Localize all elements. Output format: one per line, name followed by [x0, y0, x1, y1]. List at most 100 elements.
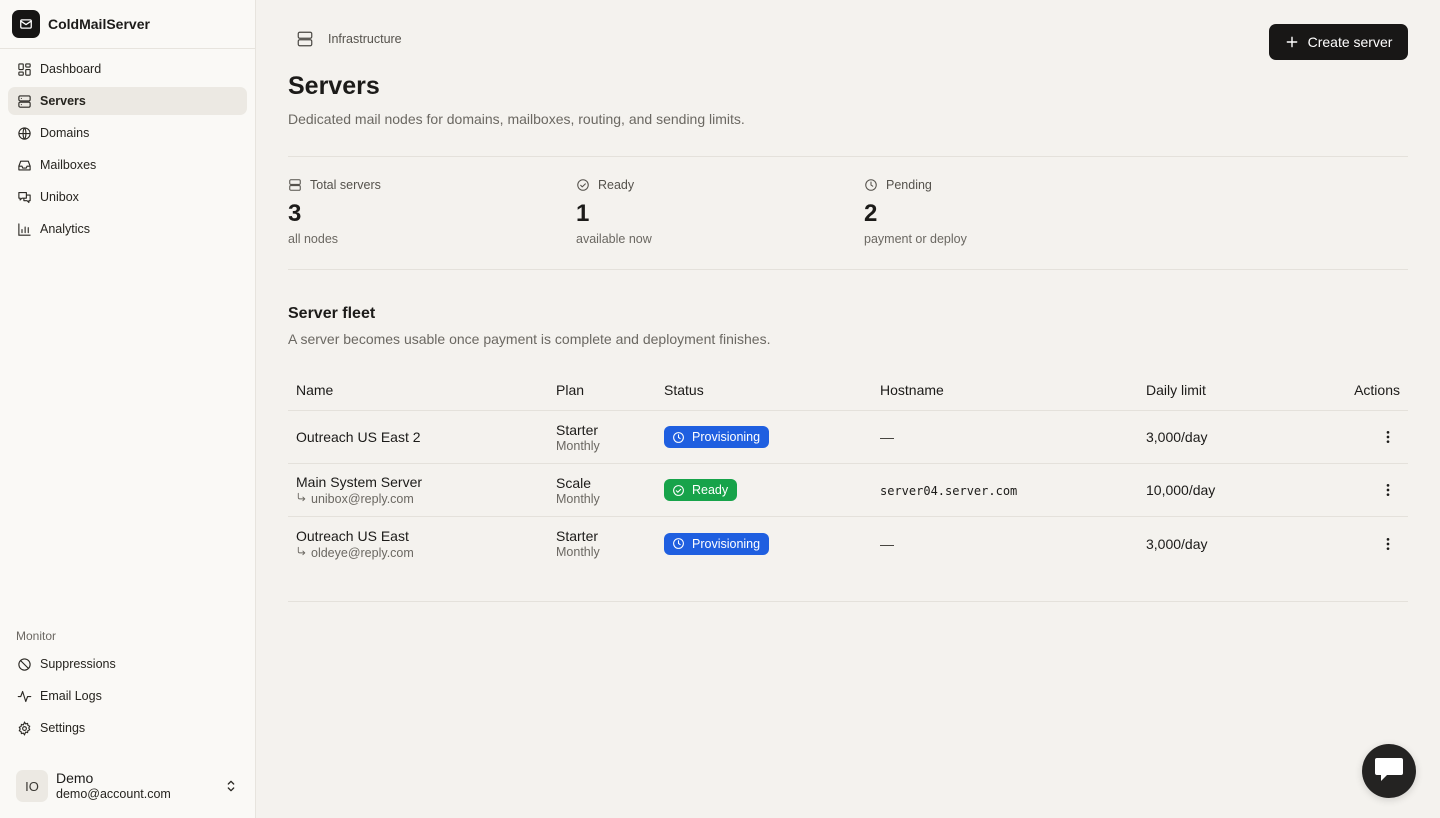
gear-icon — [16, 720, 32, 736]
reply-address: unibox@reply.com — [296, 492, 548, 506]
more-vertical-icon — [1386, 484, 1390, 496]
table-row[interactable]: Outreach US East 2 Starter Monthly Provi… — [288, 411, 1408, 464]
sidebar-item-suppressions[interactable]: Suppressions — [8, 650, 247, 678]
sidebar-item-label: Suppressions — [40, 657, 116, 671]
column-header-daily-limit: Daily limit — [1146, 381, 1206, 398]
stat-value: 2 — [864, 200, 878, 227]
sidebar-item-email-logs[interactable]: Email Logs — [8, 682, 247, 710]
sidebar-item-label: Mailboxes — [40, 158, 97, 172]
sidebar-item-unibox[interactable]: Unibox — [8, 183, 247, 211]
create-server-label: Create server — [1307, 34, 1393, 50]
section-subtitle: A server becomes usable once payment is … — [288, 331, 771, 347]
table-row[interactable]: Outreach US East oldeye@reply.com Starte… — [288, 517, 1408, 570]
more-vertical-icon — [1386, 431, 1390, 443]
plan-billing: Monthly — [556, 545, 600, 559]
clock-icon — [864, 178, 878, 192]
server-name: Outreach US East — [296, 527, 409, 544]
server-icon — [296, 30, 314, 48]
sidebar-item-analytics[interactable]: Analytics — [8, 215, 247, 243]
hostname: — — [880, 535, 894, 552]
status-label: Provisioning — [692, 536, 761, 551]
check-circle-icon — [576, 178, 590, 192]
sidebar-item-label: Servers — [40, 94, 86, 108]
server-icon — [288, 178, 302, 192]
sidebar-item-servers[interactable]: Servers — [8, 87, 247, 115]
page-subtitle: Dedicated mail nodes for domains, mailbo… — [288, 111, 745, 127]
plus-icon — [1285, 35, 1299, 49]
sidebar-item-label: Unibox — [40, 190, 79, 204]
sidebar-item-settings[interactable]: Settings — [8, 714, 247, 742]
sidebar-item-label: Settings — [40, 721, 86, 735]
support-chat-button[interactable] — [1362, 744, 1416, 798]
column-header-hostname: Hostname — [880, 381, 944, 398]
clock-icon — [672, 537, 685, 550]
chat-bubble-icon — [1373, 756, 1405, 787]
stat-caption: available now — [576, 232, 652, 246]
check-circle-icon — [672, 484, 685, 497]
stat-label: Pending — [886, 178, 932, 192]
status-badge: Provisioning — [664, 426, 770, 448]
sidebar-item-mailboxes[interactable]: Mailboxes — [8, 151, 247, 179]
daily-limit: 10,000/day — [1146, 482, 1216, 498]
stat-total-servers: Total servers 3 all nodes — [288, 176, 568, 246]
globe-icon — [16, 125, 32, 141]
breadcrumb: Infrastructure — [296, 30, 402, 48]
sidebar-item-domains[interactable]: Domains — [8, 119, 247, 147]
corner-arrow-icon — [296, 492, 307, 506]
sidebar: ColdMailServer Dashboard Servers Domains… — [0, 0, 256, 818]
plan-name: Starter — [556, 528, 599, 544]
dashboard-icon — [16, 61, 32, 77]
reply-email: unibox@reply.com — [311, 492, 414, 506]
chat-icon — [16, 189, 32, 205]
column-header-actions: Actions — [1354, 381, 1400, 398]
divider — [288, 269, 1408, 270]
column-header-name: Name — [296, 381, 334, 398]
main-nav: Dashboard Servers Domains Mailboxes Unib… — [0, 49, 255, 243]
column-header-plan: Plan — [556, 381, 585, 398]
stat-label: Ready — [598, 178, 635, 192]
status-badge: Provisioning — [664, 532, 770, 555]
server-name: Main System Server — [296, 474, 423, 490]
status-badge: Ready — [664, 479, 738, 501]
sidebar-item-label: Domains — [40, 126, 90, 140]
stat-caption: all nodes — [288, 232, 339, 246]
sidebar-item-dashboard[interactable]: Dashboard — [8, 55, 247, 83]
stat-pending: Pending 2 payment or deploy — [864, 176, 1144, 246]
chart-icon — [16, 221, 32, 237]
sidebar-item-label: Dashboard — [40, 62, 102, 76]
server-icon — [16, 93, 32, 109]
daily-limit: 3,000/day — [1146, 429, 1208, 445]
divider — [288, 156, 1408, 157]
plan-billing: Monthly — [556, 438, 600, 453]
main-content: Infrastructure Create server Servers Ded… — [256, 0, 1440, 818]
user-email: demo@account.com — [56, 787, 171, 801]
user-name: Demo — [56, 770, 94, 786]
monitor-section: Monitor Suppressions Email Logs Settings — [8, 626, 247, 746]
table-header: Name Plan Status Hostname Daily limit Ac… — [288, 369, 1408, 411]
monitor-label: Monitor — [16, 629, 57, 643]
inbox-icon — [16, 157, 32, 173]
user-info: Demo demo@account.com — [56, 770, 223, 802]
sidebar-item-label: Email Logs — [40, 689, 102, 703]
row-actions-button[interactable] — [1376, 478, 1400, 502]
row-actions-button[interactable] — [1376, 425, 1400, 449]
account-switcher[interactable]: IO Demo demo@account.com — [8, 764, 247, 808]
sidebar-item-label: Analytics — [40, 222, 91, 236]
brand[interactable]: ColdMailServer — [0, 0, 255, 49]
brand-name: ColdMailServer — [48, 16, 150, 32]
reply-email: oldeye@reply.com — [311, 545, 414, 560]
stat-caption: payment or deploy — [864, 232, 967, 246]
activity-icon — [16, 688, 32, 704]
table-row[interactable]: Main System Server unibox@reply.com Scal… — [288, 464, 1408, 517]
chevrons-up-down-icon — [223, 778, 239, 794]
row-actions-button[interactable] — [1376, 532, 1400, 556]
more-vertical-icon — [1386, 537, 1390, 550]
server-table: Name Plan Status Hostname Daily limit Ac… — [288, 369, 1408, 570]
reply-address: oldeye@reply.com — [296, 546, 548, 560]
breadcrumb-item[interactable]: Infrastructure — [328, 32, 402, 46]
create-server-button[interactable]: Create server — [1269, 24, 1408, 60]
section-title: Server fleet — [288, 305, 376, 322]
stat-ready: Ready 1 available now — [576, 176, 856, 246]
plan-billing: Monthly — [556, 491, 600, 506]
divider — [288, 601, 1408, 602]
